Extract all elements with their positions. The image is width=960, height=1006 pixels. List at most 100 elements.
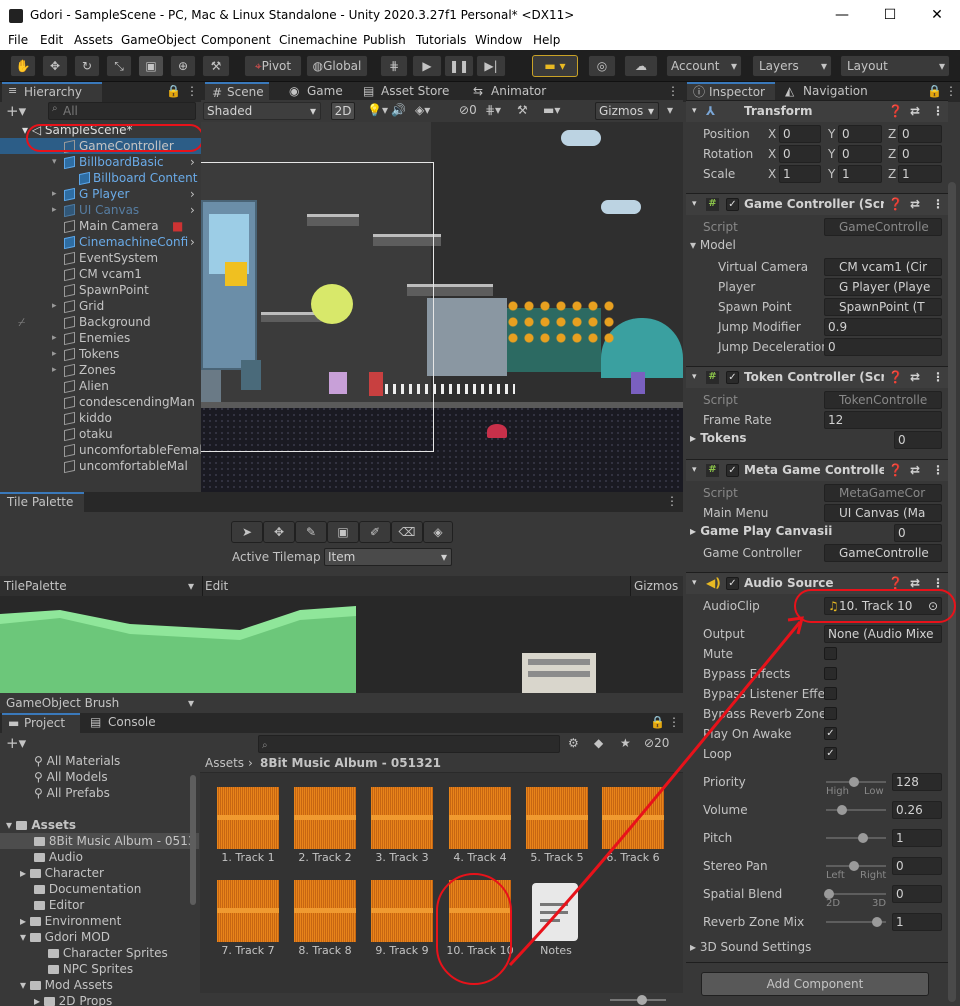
canvases-foldout[interactable]: ▸ Game Play Canvasii bbox=[690, 524, 832, 538]
menu-publish[interactable]: Publish bbox=[363, 33, 406, 47]
gizmos-dropdown[interactable]: Gizmos ▾ bbox=[595, 102, 659, 120]
menu-edit[interactable]: Edit bbox=[40, 33, 63, 47]
rotation-z-field[interactable]: 0 bbox=[898, 145, 942, 163]
tab-tile-palette[interactable]: Tile Palette bbox=[0, 492, 84, 512]
component-menu-icon[interactable]: ⋮ bbox=[932, 367, 944, 388]
breadcrumb-assets[interactable]: Assets bbox=[205, 756, 244, 770]
tree-mod-assets[interactable]: ▾ Mod Assets bbox=[20, 977, 113, 993]
collab-button[interactable]: ▬ ▾ bbox=[532, 55, 578, 77]
menu-assets[interactable]: Assets bbox=[74, 33, 113, 47]
menu-window[interactable]: Window bbox=[475, 33, 522, 47]
lock-icon[interactable]: 🔒 bbox=[166, 84, 181, 98]
step-button[interactable]: ▶| bbox=[476, 55, 506, 77]
stereo-pan-slider-thumb[interactable] bbox=[849, 861, 859, 871]
project-add-icon[interactable]: +▾ bbox=[6, 734, 26, 752]
tab-console[interactable]: ▤ Console bbox=[86, 713, 166, 733]
volume-field[interactable]: 0.26 bbox=[892, 801, 942, 819]
preset-icon[interactable]: ⇄ bbox=[910, 101, 920, 122]
tree-gdori-mod[interactable]: ▾ Gdori MOD bbox=[20, 929, 110, 945]
tree-assets[interactable]: ▾ Assets bbox=[6, 817, 76, 833]
palette-dropdown[interactable]: TilePalette bbox=[4, 579, 67, 593]
eraser-tool-icon[interactable]: ⌫ bbox=[391, 521, 423, 543]
volume-slider-thumb[interactable] bbox=[837, 805, 847, 815]
effects-icon[interactable]: ◈▾ bbox=[415, 103, 430, 117]
tab-game[interactable]: ◉ Game bbox=[285, 82, 353, 102]
scale-y-field[interactable]: 1 bbox=[838, 165, 882, 183]
hierarchy-item-spawnpoint[interactable]: SpawnPoint bbox=[0, 282, 201, 298]
rotation-y-field[interactable]: 0 bbox=[838, 145, 882, 163]
hierarchy-item-enemies[interactable]: ▸ Enemies bbox=[0, 330, 201, 346]
mute-checkbox[interactable] bbox=[824, 647, 837, 660]
tab-inspector[interactable]: ⓘ Inspector bbox=[687, 82, 775, 102]
tab-navigation[interactable]: ◭ Navigation bbox=[781, 82, 881, 102]
active-tilemap-dropdown[interactable]: Item ▾ bbox=[324, 548, 452, 566]
inspector-lock-icon[interactable]: 🔒 bbox=[927, 84, 942, 98]
frame-rate-field[interactable]: 12 bbox=[824, 411, 942, 429]
play-on-awake-checkbox[interactable]: ✓ bbox=[824, 727, 837, 740]
reverb-zone-mix-slider-thumb[interactable] bbox=[872, 917, 882, 927]
fill-tool-icon[interactable]: ◈ bbox=[423, 521, 453, 543]
component-menu-icon[interactable]: ⋮ bbox=[932, 460, 944, 481]
preset-icon[interactable]: ⇄ bbox=[910, 194, 920, 215]
hierarchy-item-zones[interactable]: ▸ Zones bbox=[0, 362, 201, 378]
preset-icon[interactable]: ⇄ bbox=[910, 367, 920, 388]
hierarchy-item-cm-vcam1[interactable]: CM vcam1 bbox=[0, 266, 201, 282]
priority-field[interactable]: 128 bbox=[892, 773, 942, 791]
transform-tool-icon[interactable]: ⊕ bbox=[170, 55, 196, 77]
mode-2d-toggle[interactable]: 2D bbox=[331, 102, 355, 120]
layout-dropdown[interactable]: Layout ▾ bbox=[840, 55, 950, 77]
tab-animator[interactable]: ⇆ Animator bbox=[469, 82, 553, 102]
transform-header[interactable]: ▾ ⅄ Transform ❓ ⇄ ⋮ bbox=[686, 100, 948, 122]
minimize-button[interactable]: — bbox=[822, 4, 862, 28]
hierarchy-item-background[interactable]: ⌿ Background bbox=[0, 314, 201, 330]
tree-2d-props[interactable]: ▸ 2D Props bbox=[34, 993, 112, 1006]
main-menu-field[interactable]: UI Canvas (Ma bbox=[824, 504, 942, 522]
select-tool-icon[interactable]: ➤ bbox=[231, 521, 263, 543]
priority-slider-thumb[interactable] bbox=[849, 777, 859, 787]
layers-dropdown[interactable]: Layers ▾ bbox=[752, 55, 832, 77]
position-y-field[interactable]: 0 bbox=[838, 125, 882, 143]
hierarchy-item-ui-canvas[interactable]: ▸ UI Canvas › bbox=[0, 202, 201, 218]
help-icon[interactable]: ❓ bbox=[888, 367, 903, 388]
brush-dropdown[interactable]: GameObject Brush bbox=[6, 696, 119, 710]
audio-source-enabled-checkbox[interactable]: ✓ bbox=[726, 577, 739, 590]
jump-modifier-field[interactable]: 0.9 bbox=[824, 318, 942, 336]
scale-tool-icon[interactable]: ⤡ bbox=[106, 55, 132, 77]
tree-npc-sprites[interactable]: NPC Sprites bbox=[48, 961, 133, 977]
scene-more-icon[interactable]: ⋮ bbox=[667, 84, 679, 98]
meta-game-controller-header[interactable]: ▾ # ✓ Meta Game Controller ( ❓ ⇄ ⋮ bbox=[686, 459, 948, 481]
help-icon[interactable]: ❓ bbox=[888, 101, 903, 122]
menu-help[interactable]: Help bbox=[533, 33, 560, 47]
palette-dropdown-arrow[interactable]: ▾ bbox=[188, 579, 194, 593]
token-controller-enabled-checkbox[interactable]: ✓ bbox=[726, 371, 739, 384]
bypass-reverb-checkbox[interactable] bbox=[824, 707, 837, 720]
inspector-more-icon[interactable]: ⋮ bbox=[945, 84, 957, 98]
visibility-off-icon[interactable]: ⌿ bbox=[18, 314, 25, 330]
preset-icon[interactable]: ⇄ bbox=[910, 460, 920, 481]
menu-component[interactable]: Component bbox=[201, 33, 271, 47]
help-icon[interactable]: ❓ bbox=[888, 194, 903, 215]
hierarchy-item-cinemachineconfi[interactable]: CinemachineConfi › bbox=[0, 234, 201, 250]
position-x-field[interactable]: 0 bbox=[779, 125, 821, 143]
virtual-camera-field[interactable]: CM vcam1 (Cir bbox=[824, 258, 942, 276]
hierarchy-item-uncomfortablemal[interactable]: uncomfortableMal bbox=[0, 458, 201, 474]
token-controller-header[interactable]: ▾ # ✓ Token Controller (Scrip ❓ ⇄ ⋮ bbox=[686, 366, 948, 388]
spatial-blend-field[interactable]: 0 bbox=[892, 885, 942, 903]
account-dropdown[interactable]: Account ▾ bbox=[666, 55, 742, 77]
tree-8bit-music-album[interactable]: 8Bit Music Album - 0513 bbox=[0, 833, 199, 849]
hierarchy-item-billboard-content[interactable]: Billboard Content bbox=[0, 170, 201, 186]
services-icon[interactable]: ◎ bbox=[588, 55, 616, 77]
pitch-slider-thumb[interactable] bbox=[858, 833, 868, 843]
brush-dropdown-arrow[interactable]: ▾ bbox=[188, 696, 194, 710]
hierarchy-item-eventsystem[interactable]: EventSystem bbox=[0, 250, 201, 266]
component-menu-icon[interactable]: ⋮ bbox=[932, 194, 944, 215]
palette-gizmos-button[interactable]: Gizmos bbox=[634, 579, 678, 593]
game-controller-header[interactable]: ▾ # ✓ Game Controller (Script ❓ ⇄ ⋮ bbox=[686, 193, 948, 215]
pivot-toggle[interactable]: ⌖Pivot bbox=[244, 55, 302, 77]
tab-project[interactable]: ▬ Project bbox=[2, 713, 80, 733]
meta-game-controller-field[interactable]: GameControlle bbox=[824, 544, 942, 562]
meta-game-enabled-checkbox[interactable]: ✓ bbox=[726, 464, 739, 477]
breadcrumb-current[interactable]: 8Bit Music Album - 051321 bbox=[260, 756, 441, 770]
favorite-all-models[interactable]: ⚲ All Models bbox=[34, 769, 108, 785]
component-menu-icon[interactable]: ⋮ bbox=[932, 101, 944, 122]
